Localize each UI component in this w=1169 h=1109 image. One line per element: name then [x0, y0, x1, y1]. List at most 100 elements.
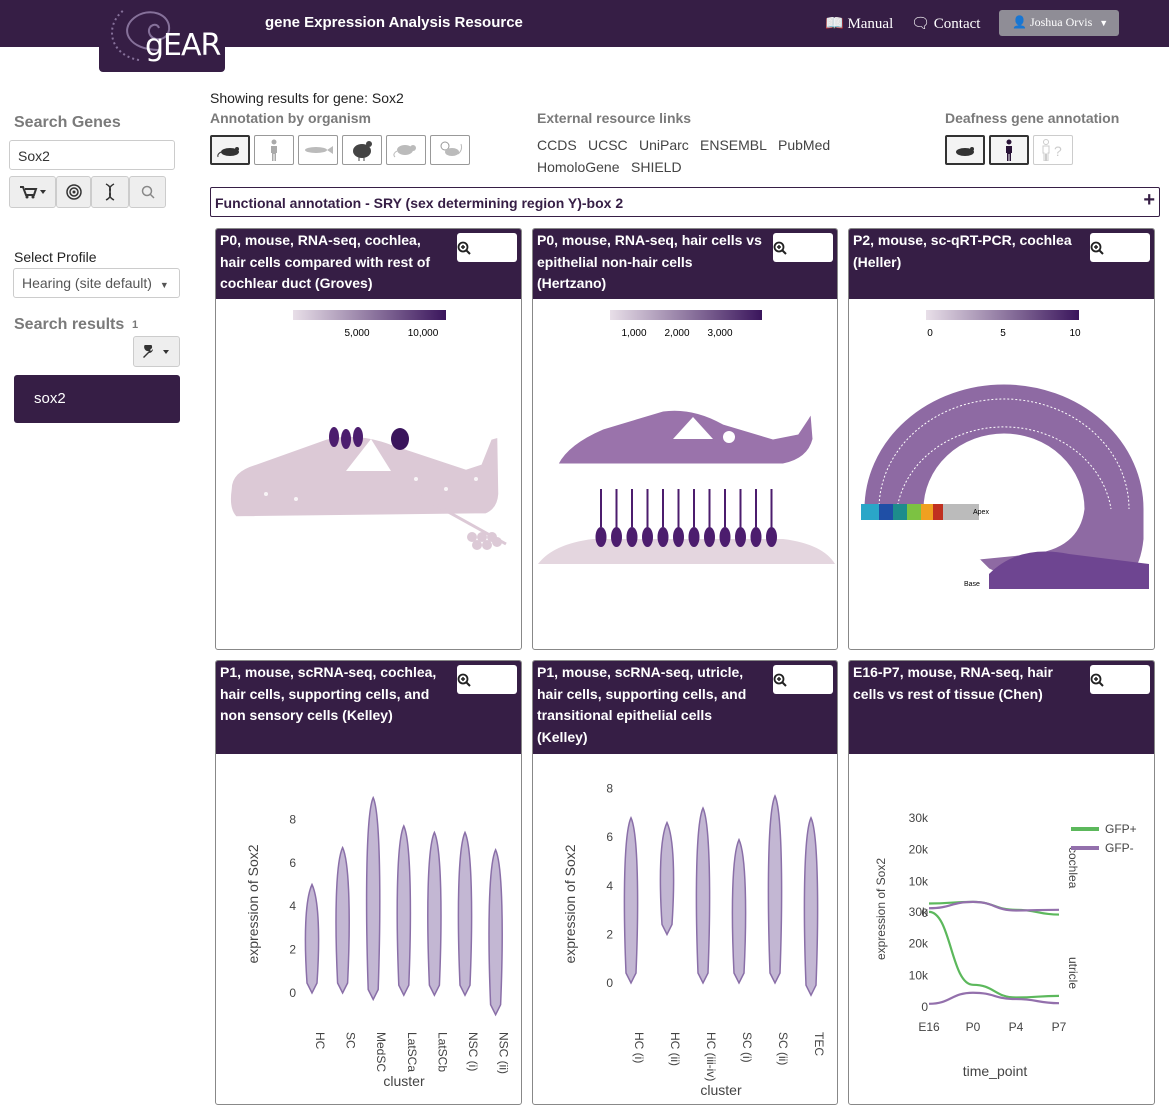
violin-shape — [427, 830, 442, 997]
x-tick-label: HC (iii-iv) — [704, 1032, 718, 1081]
series-line — [928, 900, 1060, 916]
hair-cell-shape — [688, 527, 700, 547]
violin-shape — [767, 794, 783, 985]
dataset-card-kelley-utricle: P1, mouse, scRNA-seq, utricle, hair cell… — [532, 660, 838, 1105]
colorscale-bar — [293, 310, 446, 320]
search-result-item[interactable]: sox2 — [14, 375, 180, 423]
org-chicken-button[interactable] — [342, 135, 382, 165]
marmoset-icon — [440, 141, 463, 156]
zoom-dropdown-button[interactable]: ▼ — [1090, 665, 1150, 694]
x-tick-label: MedSC — [374, 1032, 388, 1072]
colorscale-bar — [610, 310, 762, 320]
x-tick-label: LatSCa — [405, 1032, 419, 1072]
card-header: P2, mouse, sc-qRT-PCR, cochlea (Heller) … — [849, 229, 1154, 299]
spiral-search-button[interactable] — [56, 176, 91, 208]
spiral-cochlea-schematic: 0 5 10 Apex Base — [861, 310, 1149, 590]
violin-shape — [396, 824, 412, 997]
scale-tick: 5,000 — [344, 328, 369, 339]
link-pubmed[interactable]: PubMed — [778, 137, 830, 153]
link-ucsc[interactable]: UCSC — [588, 137, 628, 153]
y-tick-label: 6 — [289, 856, 296, 870]
y-tick-label: 20k — [909, 843, 929, 857]
zoom-dropdown-button[interactable]: ▼ — [457, 665, 517, 694]
y-axis-label: expression of Sox2 — [874, 858, 888, 960]
zoom-dropdown-button[interactable]: ▼ — [1090, 233, 1150, 262]
scale-tick: 3,000 — [707, 328, 732, 339]
expand-plus-icon[interactable]: + — [1143, 189, 1155, 212]
y-tick-label: 0 — [921, 1000, 928, 1014]
deaf-unknown-button[interactable]: ? — [1033, 135, 1073, 165]
violin-shape — [659, 820, 675, 937]
link-homologene[interactable]: HomoloGene — [537, 159, 620, 175]
x-tick-label: P7 — [1052, 1020, 1067, 1034]
y-tick-label: 4 — [606, 879, 613, 893]
org-human-button[interactable] — [254, 135, 294, 165]
y-tick-label: 4 — [289, 899, 296, 913]
org-marmoset-button[interactable] — [430, 135, 470, 165]
colorscale-bar — [926, 310, 1079, 320]
y-tick-label: 8 — [606, 782, 613, 796]
org-zebrafish-button[interactable] — [298, 135, 338, 165]
zoom-dropdown-button[interactable]: ▼ — [773, 665, 833, 694]
deaf-human-button[interactable] — [989, 135, 1029, 165]
apex-label: Apex — [973, 509, 989, 516]
contact-link[interactable]: 🗨 Contact — [911, 14, 980, 33]
showing-results-text: Showing results for gene: Sox2 — [210, 90, 404, 106]
results-tools-button[interactable] — [133, 336, 180, 367]
scale-tick: 10,000 — [408, 328, 439, 339]
card-header: P1, mouse, scRNA-seq, cochlea, hair cell… — [216, 661, 521, 754]
x-tick-label: SC — [344, 1032, 358, 1049]
x-axis-label: cluster — [700, 1082, 742, 1098]
cart-dropdown-button[interactable] — [9, 176, 56, 208]
human-question-icon: ? — [1042, 139, 1062, 161]
y-tick-label: 0 — [606, 976, 613, 990]
line-chart-timepoints: 010k20k30kcochlea010k20k30kutricleE16 P0 P… — [874, 811, 1137, 1079]
hair-cell-shape — [673, 527, 684, 547]
wrench-icon — [142, 344, 169, 358]
zebrafish-icon — [305, 146, 333, 154]
hair-cell-shape — [750, 527, 762, 547]
hair-cell-shape — [704, 527, 715, 547]
dna-search-button[interactable] — [91, 176, 129, 208]
link-uniparc[interactable]: UniParc — [639, 137, 689, 153]
x-axis-label: time_point — [963, 1063, 1028, 1079]
profile-value: Hearing (site default) — [22, 275, 152, 291]
select-profile-label: Select Profile — [14, 249, 97, 265]
user-dropdown-button[interactable]: 👤 Joshua Orvis ▼ — [999, 10, 1119, 36]
hair-cell-shape — [611, 527, 622, 547]
gear-logo[interactable]: gEAR — [99, 0, 225, 72]
x-tick-label: HC (i) — [632, 1032, 646, 1063]
org-rat-button[interactable] — [386, 135, 426, 165]
y-tick-label: 30k — [909, 811, 929, 825]
user-icon: 👤 — [1012, 15, 1027, 29]
zoom-dropdown-button[interactable]: ▼ — [457, 233, 517, 262]
mouse-icon — [217, 147, 239, 158]
series-line — [928, 991, 1060, 1005]
profile-select[interactable]: Hearing (site default) ▼ — [13, 268, 180, 298]
caret-down-icon: ▼ — [1099, 18, 1109, 28]
violin-shape — [488, 848, 503, 1017]
org-mouse-button[interactable] — [210, 135, 250, 165]
functional-annotation-bar[interactable]: Functional annotation - SRY (sex determi… — [210, 187, 1160, 217]
link-ensembl[interactable]: ENSEMBL — [700, 137, 767, 153]
link-shield[interactable]: SHIELD — [631, 159, 682, 175]
search-genes-label: Search Genes — [14, 114, 121, 131]
mouse-icon — [956, 147, 974, 156]
dataset-card-hertzano: P0, mouse, RNA-seq, hair cells vs epithe… — [532, 228, 838, 650]
card-title: E16-P7, mouse, RNA-seq, hair cells vs re… — [853, 664, 1053, 702]
zoom-dropdown-button[interactable]: ▼ — [773, 233, 833, 262]
search-button[interactable] — [129, 176, 166, 208]
violin-shape — [695, 806, 711, 985]
y-tick-label: 10k — [909, 968, 929, 982]
y-tick-label: 2 — [289, 943, 296, 957]
deaf-mouse-button[interactable] — [945, 135, 985, 165]
x-tick-label: P4 — [1009, 1020, 1024, 1034]
y-tick-label: 2 — [606, 927, 613, 941]
hair-cell-shape — [595, 527, 607, 547]
manual-link[interactable]: 📖 Manual — [825, 14, 893, 33]
link-ccds[interactable]: CCDS — [537, 137, 577, 153]
gene-search-input[interactable]: Sox2 — [9, 140, 175, 170]
book-icon: 📖 — [825, 16, 844, 32]
search-results-label: Search results — [14, 316, 125, 333]
zoom-in-icon — [1090, 241, 1104, 255]
